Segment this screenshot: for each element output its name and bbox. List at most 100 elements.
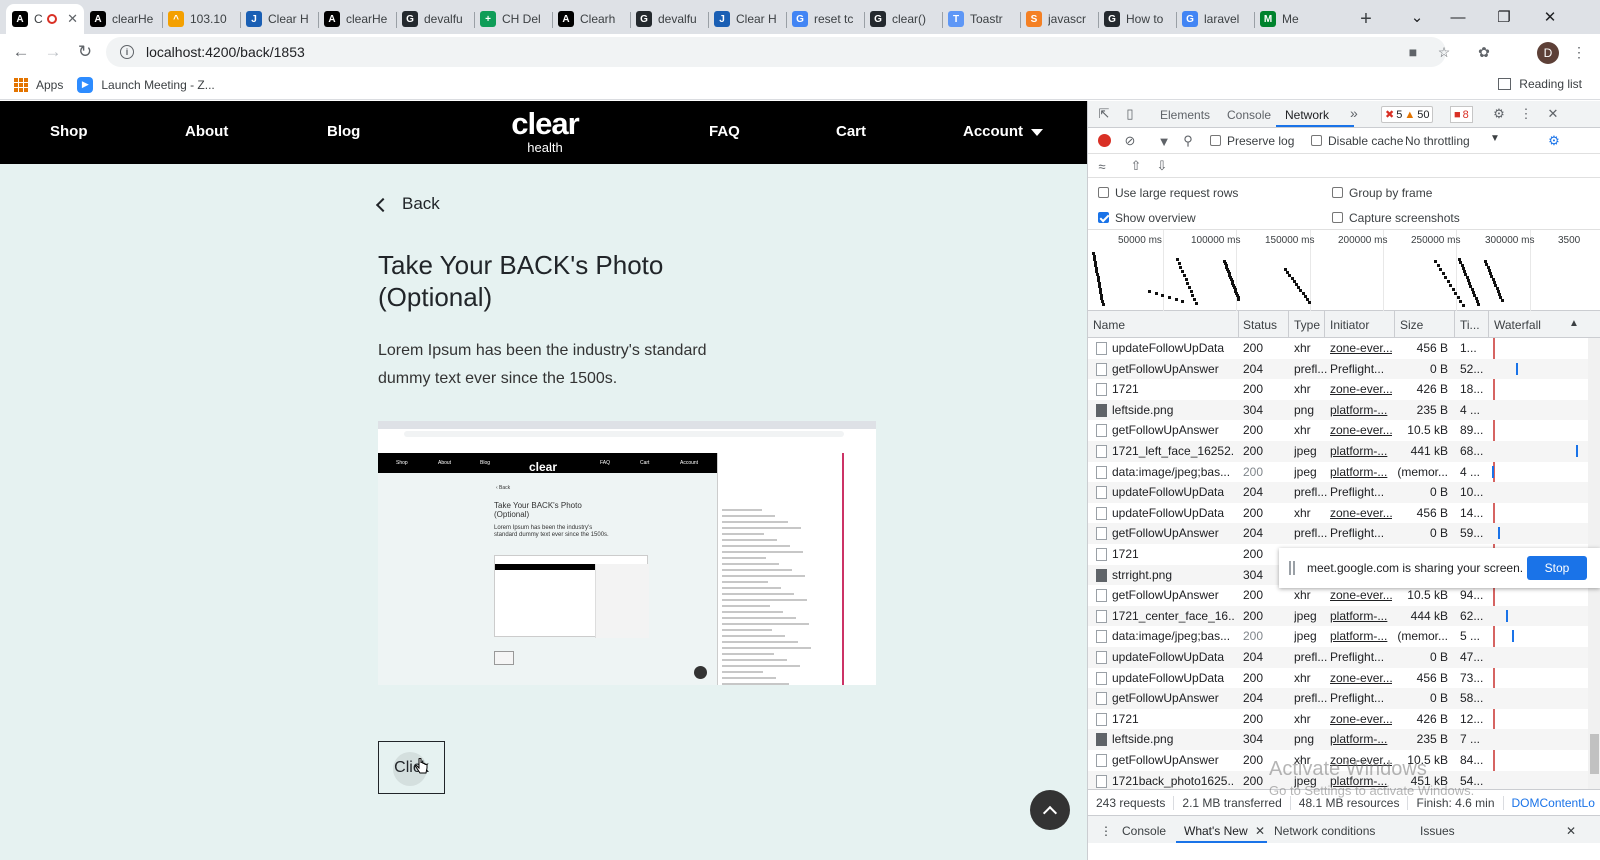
network-cell-initiator[interactable]: Preflight... — [1330, 691, 1392, 705]
col-waterfall[interactable]: Waterfall — [1494, 318, 1541, 332]
browser-tab[interactable]: A C ✕ — [6, 4, 84, 34]
network-row[interactable]: getFollowUpAnswer 204 prefl... Preflight...… — [1088, 688, 1588, 709]
nav-faq[interactable]: FAQ — [709, 123, 740, 140]
export-har-icon[interactable]: ⇩ — [1154, 158, 1170, 174]
browser-tab[interactable]: ^ 103.10 — [162, 4, 240, 34]
network-cell-initiator[interactable]: zone-ever... — [1330, 382, 1392, 396]
network-row[interactable]: leftside.png 304 png platform-... 235 B 7 ... — [1088, 729, 1588, 750]
nav-shop[interactable]: Shop — [50, 123, 88, 140]
network-cell-initiator[interactable]: platform-... — [1330, 732, 1392, 746]
issues-badge[interactable]: ■ 8 — [1450, 106, 1473, 123]
browser-tab[interactable]: J Clear H — [708, 4, 786, 34]
throttling-select[interactable]: No throttling — [1405, 134, 1470, 148]
network-row[interactable]: getFollowUpAnswer 204 prefl... Preflight...… — [1088, 523, 1588, 544]
browser-tab[interactable]: Glaravel — [1176, 4, 1254, 34]
capture-screenshots-checkbox[interactable] — [1332, 212, 1343, 223]
network-cell-initiator[interactable]: Preflight... — [1330, 362, 1392, 376]
clear-log-icon[interactable]: ⊘ — [1122, 133, 1138, 149]
site-info-icon[interactable]: i — [120, 45, 134, 59]
close-tab-icon[interactable]: ✕ — [67, 11, 78, 27]
drawer-tab-console[interactable]: Console — [1122, 824, 1166, 838]
large-rows-checkbox[interactable] — [1098, 187, 1109, 198]
stop-sharing-button[interactable]: Stop — [1527, 556, 1587, 580]
browser-tab[interactable]: Greset tc — [786, 4, 864, 34]
network-row[interactable]: 1721_center_face_16... 200 jpeg platform-..… — [1088, 605, 1588, 627]
preserve-log-checkbox[interactable] — [1210, 135, 1221, 146]
drag-handle-icon[interactable] — [1289, 561, 1295, 575]
site-logo[interactable]: clear health — [499, 107, 591, 155]
bookmark-apps[interactable]: Apps — [14, 77, 63, 92]
restore-icon[interactable]: ❐ — [1489, 2, 1519, 32]
network-settings-icon[interactable]: ⚙ — [1546, 133, 1562, 149]
browser-tab[interactable]: Sjavascr — [1020, 4, 1098, 34]
nav-blog[interactable]: Blog — [327, 123, 360, 140]
tab-network[interactable]: Network — [1285, 108, 1329, 122]
group-frame-checkbox[interactable] — [1332, 187, 1343, 198]
browser-tab[interactable]: Gdevalfu — [630, 4, 708, 34]
forward-arrow-icon[interactable]: → — [40, 39, 66, 65]
camera-icon[interactable]: ■ — [1403, 42, 1423, 62]
inspect-element-icon[interactable]: ⇱ — [1096, 106, 1112, 122]
nav-cart[interactable]: Cart — [836, 123, 866, 140]
network-cell-initiator[interactable]: platform-... — [1330, 609, 1392, 623]
tab-elements[interactable]: Elements — [1160, 108, 1210, 122]
network-conditions-icon[interactable]: ≈ — [1094, 158, 1110, 174]
col-status[interactable]: Status — [1243, 318, 1277, 332]
network-cell-initiator[interactable]: zone-ever... — [1330, 506, 1392, 520]
network-row[interactable]: data:image/jpeg;bas... 200 jpeg platform-..… — [1088, 462, 1588, 483]
back-arrow-icon[interactable]: ← — [8, 39, 34, 65]
reading-list-button[interactable]: Reading list — [1498, 77, 1582, 91]
new-tab-button[interactable]: + — [1353, 6, 1379, 32]
more-menu-icon[interactable]: ⋮ — [1569, 42, 1589, 62]
tab-console[interactable]: Console — [1227, 108, 1271, 122]
network-row[interactable]: updateFollowUpData 200 xhr zone-ever... 456 … — [1088, 668, 1588, 689]
browser-tab[interactable]: Gclear() — [864, 4, 942, 34]
browser-tab[interactable]: G How to — [1098, 4, 1176, 34]
col-name[interactable]: Name — [1093, 318, 1125, 332]
network-cell-initiator[interactable]: zone-ever... — [1330, 341, 1392, 355]
close-devtools-icon[interactable]: ✕ — [1545, 106, 1561, 122]
address-bar[interactable]: i localhost:4200/back/1853 — [106, 37, 1446, 67]
close-window-icon[interactable]: ✕ — [1535, 2, 1565, 32]
network-row[interactable]: 1721_left_face_16252... 200 jpeg platform-.… — [1088, 441, 1588, 462]
profile-avatar[interactable]: D — [1537, 42, 1559, 64]
browser-tab[interactable]: AclearHe — [318, 4, 396, 34]
network-row[interactable]: updateFollowUpData 204 prefl... Preflight..… — [1088, 647, 1588, 668]
network-row[interactable]: getFollowUpAnswer 204 prefl... Preflight...… — [1088, 358, 1588, 380]
browser-tab[interactable]: AclearHe — [84, 4, 162, 34]
network-row[interactable]: 1721 200 xhr zone-ever... 426 B 12... — [1088, 709, 1588, 730]
network-row[interactable]: updateFollowUpData 200 xhr zone-ever... 456 … — [1088, 338, 1588, 359]
console-counts-badge[interactable]: ✖ 5 ▲ 50 — [1381, 106, 1434, 123]
network-row[interactable]: updateFollowUpData 200 xhr zone-ever... 456 … — [1088, 503, 1588, 524]
network-cell-initiator[interactable]: zone-ever... — [1330, 671, 1392, 685]
network-cell-initiator[interactable]: platform-... — [1330, 403, 1392, 417]
network-cell-initiator[interactable]: zone-ever... — [1330, 423, 1392, 437]
import-har-icon[interactable]: ⇧ — [1128, 158, 1144, 174]
scroll-to-top-button[interactable] — [1030, 790, 1070, 830]
network-row[interactable]: 1721 200 xhr zone-ever... 426 B 18... — [1088, 379, 1588, 400]
network-row[interactable]: getFollowUpAnswer 200 xhr zone-ever... 10.5 … — [1088, 420, 1588, 441]
back-link[interactable]: Back — [375, 194, 440, 214]
browser-tab[interactable]: + CH Del — [474, 4, 552, 34]
network-cell-initiator[interactable]: platform-... — [1330, 465, 1392, 479]
col-size[interactable]: Size — [1400, 318, 1423, 332]
devtools-menu-icon[interactable]: ⋮ — [1518, 106, 1534, 122]
network-overview[interactable]: 50000 ms 100000 ms 150000 ms 200000 ms 25000… — [1088, 230, 1600, 311]
url-text[interactable]: localhost:4200/back/1853 — [146, 44, 305, 60]
browser-tab[interactable]: T Toastr — [942, 4, 1020, 34]
show-overview-checkbox[interactable] — [1098, 212, 1109, 223]
network-cell-initiator[interactable]: zone-ever... — [1330, 712, 1392, 726]
browser-tab[interactable]: Gdevalfu — [396, 4, 474, 34]
click-button[interactable]: Click — [378, 741, 445, 794]
close-whats-new-icon[interactable]: ✕ — [1255, 824, 1265, 838]
more-tabs-button[interactable]: » — [1350, 105, 1358, 121]
network-cell-initiator[interactable]: Preflight... — [1330, 526, 1392, 540]
browser-tab[interactable]: A Clearh — [552, 4, 630, 34]
browser-tab[interactable]: J Clear H — [240, 4, 318, 34]
reload-icon[interactable]: ↻ — [72, 39, 98, 65]
drawer-menu-icon[interactable]: ⋮ — [1100, 824, 1112, 838]
col-time[interactable]: Ti... — [1460, 318, 1480, 332]
network-row[interactable]: getFollowUpAnswer 200 xhr zone-ever... 10.5 … — [1088, 585, 1588, 606]
minimize-icon[interactable]: — — [1443, 2, 1473, 32]
throttling-caret-icon[interactable]: ▼ — [1490, 133, 1500, 144]
